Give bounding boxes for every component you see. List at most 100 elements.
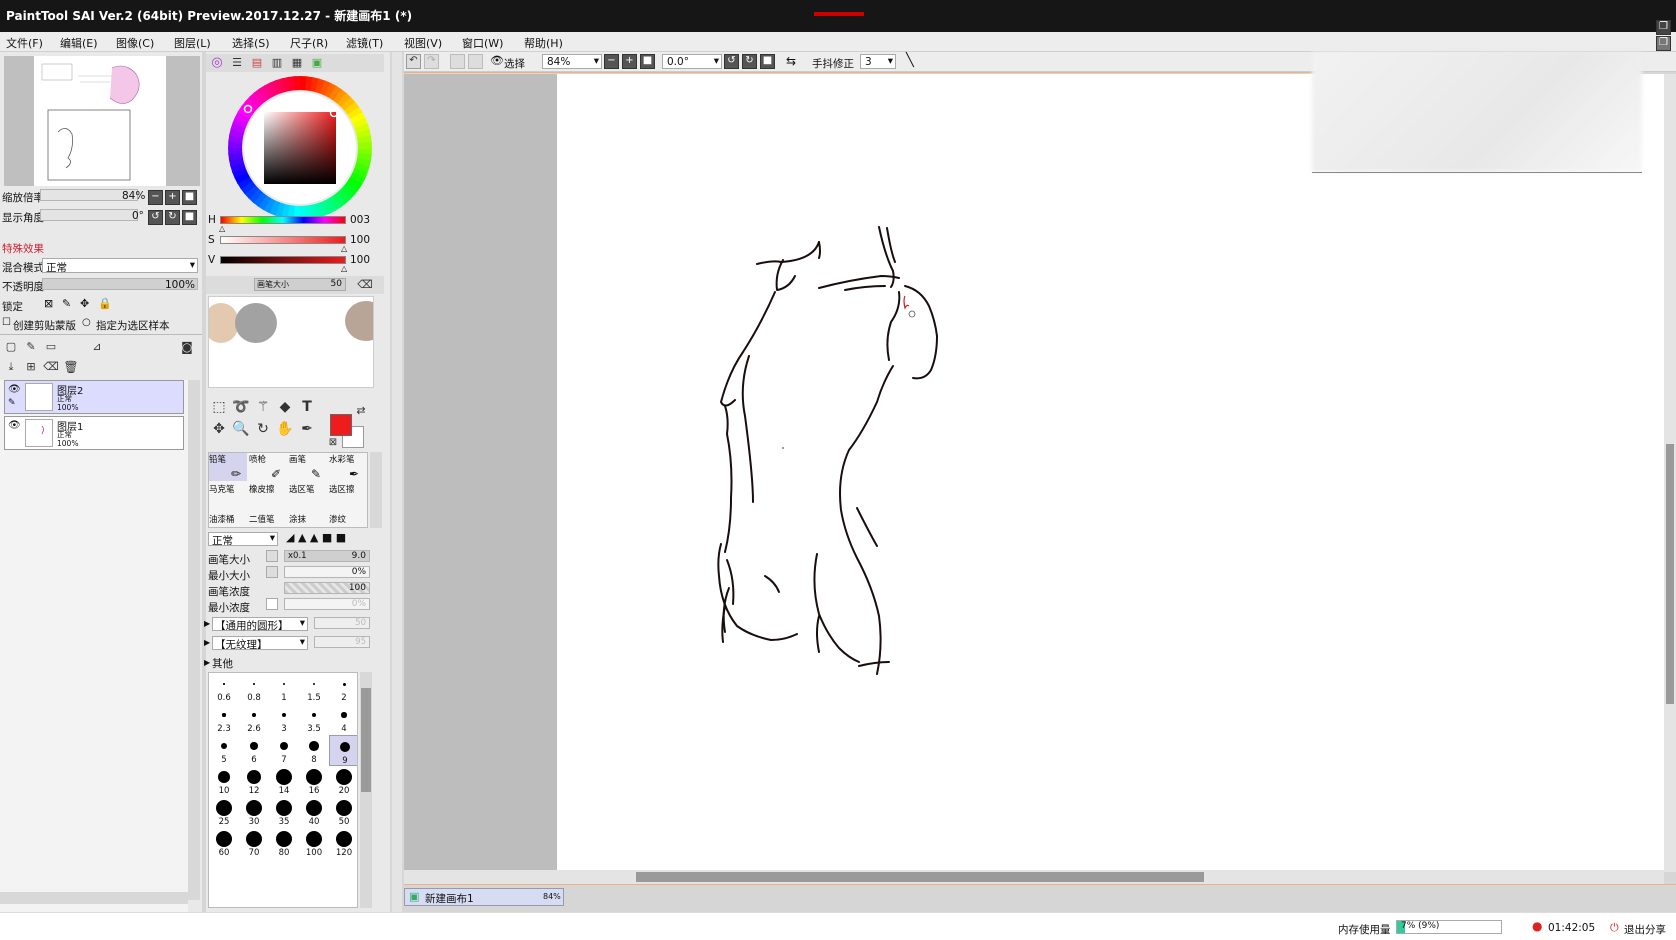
brush-select-eraser[interactable]: 选区擦 <box>329 483 367 511</box>
canvas-tab[interactable]: ▣ 新建画布1 84% <box>404 888 564 906</box>
expand-arrow-icon[interactable]: ▶ <box>204 638 210 647</box>
menu-help[interactable]: 帮助(H) <box>524 35 563 51</box>
value-slider-marker[interactable]: △ <box>341 264 347 273</box>
brush-size-cell[interactable]: 40 <box>299 797 329 828</box>
mixer-tab-icon[interactable]: ▥ <box>268 54 286 72</box>
lock-all-icon[interactable]: 🔒 <box>98 297 112 310</box>
brush-size-cell[interactable]: 80 <box>269 828 299 859</box>
blend-mode-select[interactable]: 正常 ▾ <box>42 258 198 274</box>
layer-mask-icon[interactable]: ◙ <box>178 338 196 356</box>
density-slider[interactable]: 100 <box>284 582 370 594</box>
menu-file[interactable]: 文件(F) <box>6 35 43 51</box>
stabilizer-select[interactable]: 3 ▾ <box>860 54 896 69</box>
scratchpad-tab-icon[interactable]: ▣ <box>308 54 326 72</box>
shape-tool-icon[interactable]: ◆ <box>276 398 294 416</box>
min-density-checkbox[interactable] <box>266 598 278 610</box>
toolbar-zoom-out-button[interactable]: − <box>604 54 619 69</box>
power-icon[interactable]: ⏻ <box>1610 921 1619 935</box>
deselect-button[interactable] <box>450 54 465 69</box>
effects-label[interactable]: 特殊效果 <box>2 241 44 256</box>
size-grid-scrollbar[interactable] <box>360 672 372 908</box>
menu-select[interactable]: 选择(S) <box>232 35 270 51</box>
brush-size-cell[interactable]: 100 <box>299 828 329 859</box>
sample-radio[interactable]: ○ <box>82 317 91 328</box>
brush-size-cell[interactable]: 120 <box>329 828 357 859</box>
brush-airbrush[interactable]: 喷枪 <box>249 453 287 481</box>
opacity-slider[interactable]: 100% <box>42 278 198 291</box>
angle-slider[interactable] <box>40 209 138 221</box>
brush-size-cell[interactable]: 9 <box>329 735 357 766</box>
brush-marker[interactable]: 马克笔 <box>209 483 247 511</box>
invert-selection-button[interactable] <box>468 54 483 69</box>
brush-size-cell[interactable]: 8 <box>299 735 329 766</box>
brush-blur[interactable]: 涂抹 <box>289 513 327 527</box>
window-close-button[interactable]: ❐ <box>1656 36 1671 51</box>
brush-mode-select[interactable]: 正常 ▾ <box>208 532 278 547</box>
undo-button[interactable]: ↶ <box>406 54 421 69</box>
min-density-slider[interactable]: 0% <box>284 598 370 610</box>
move-icon[interactable]: ✥ <box>210 420 228 438</box>
zoom-tool-icon[interactable]: 🔍 <box>232 420 250 438</box>
brush-size-cell[interactable]: 5 <box>209 735 239 766</box>
angle-select[interactable]: 0.0° ▾ <box>662 54 722 69</box>
menu-view[interactable]: 视图(V) <box>404 35 442 51</box>
brush-size-cell[interactable]: 4 <box>329 704 357 735</box>
brush-watercolor[interactable]: 水彩笔 <box>329 453 367 481</box>
saturation-slider-marker[interactable]: △ <box>341 244 347 253</box>
rotate-left-button[interactable]: ↺ <box>148 210 163 225</box>
layer-transform-icon[interactable]: ⊿ <box>88 338 106 356</box>
brush-shape-select[interactable]: 【通用的圆形】 ▾ <box>212 617 308 632</box>
brush-size-cell[interactable]: 70 <box>239 828 269 859</box>
brush-size-cell[interactable]: 35 <box>269 797 299 828</box>
brush-size-cell[interactable]: 7 <box>269 735 299 766</box>
brush-size-cell[interactable]: 12 <box>239 766 269 797</box>
canvas-vscroll-thumb[interactable] <box>1666 444 1674 704</box>
brush-select-pen[interactable]: 选区笔 <box>289 483 327 511</box>
rotate-right-button[interactable]: ↻ <box>165 210 180 225</box>
scratch-swatch[interactable] <box>235 303 277 343</box>
flip-horizontal-icon[interactable]: ⇆ <box>786 54 796 68</box>
hand-icon[interactable]: ✋ <box>276 420 294 438</box>
brush-size-cell[interactable]: 50 <box>329 797 357 828</box>
toolbar-rotate-left-button[interactable]: ↺ <box>724 54 739 69</box>
zoom-select[interactable]: 84% ▾ <box>542 54 602 69</box>
redo-button[interactable]: ↷ <box>424 54 439 69</box>
value-slider[interactable] <box>220 256 346 264</box>
toolbar-rotate-right-button[interactable]: ↻ <box>742 54 757 69</box>
trash-icon[interactable]: 🗑 <box>62 358 80 376</box>
navigator-preview[interactable] <box>4 56 200 186</box>
canvas-viewport[interactable] <box>404 74 1664 872</box>
layer-row[interactable]: 👁 图层1 正常 100% <box>4 416 184 450</box>
lock-move-icon[interactable]: ✥ <box>80 297 89 310</box>
brush-size-cell[interactable]: 60 <box>209 828 239 859</box>
clip-mask-checkbox[interactable]: ☐ <box>2 317 11 328</box>
brush-pencil[interactable]: 铅笔 <box>209 453 247 481</box>
exit-share-button[interactable]: 退出分享 <box>1624 922 1666 937</box>
brush-size-cell[interactable]: 6 <box>239 735 269 766</box>
new-layer-icon[interactable]: ▢ <box>2 338 20 356</box>
brush-size-cell[interactable]: 16 <box>299 766 329 797</box>
brush-shape-options[interactable]: ◢ ▲ ▲ ■ ■ <box>286 531 346 544</box>
scratch-size-slider[interactable]: 画笔大小 50 <box>254 278 346 291</box>
canvas-vscrollbar[interactable] <box>1664 74 1676 872</box>
toolbar-zoom-in-button[interactable]: + <box>622 54 637 69</box>
brush-size-cell[interactable]: 10 <box>209 766 239 797</box>
zoom-reset-button[interactable]: ■ <box>182 190 197 205</box>
min-size-slider[interactable]: 0% <box>284 566 370 578</box>
size-multiplier-dropdown[interactable] <box>266 550 278 562</box>
menu-layer[interactable]: 图层(L) <box>174 35 211 51</box>
brush-size-cell[interactable]: 25 <box>209 797 239 828</box>
size-grid-scroll-thumb[interactable] <box>361 688 371 792</box>
brush-bucket[interactable]: 油漆桶 <box>209 513 247 527</box>
brush-size-cell[interactable]: 2.3 <box>209 704 239 735</box>
canvas-hscrollbar[interactable] <box>404 870 1664 884</box>
panel-divider[interactable] <box>392 52 402 912</box>
zoom-in-button[interactable]: + <box>165 190 180 205</box>
color-wheel[interactable] <box>226 74 374 222</box>
hue-slider-marker[interactable]: △ <box>219 224 225 233</box>
color-wheel-tab-icon[interactable]: ◎ <box>208 54 226 72</box>
eye-icon[interactable]: 👁 <box>490 54 504 67</box>
saturation-slider[interactable] <box>220 236 346 244</box>
line-tool-icon[interactable]: ╲ <box>906 53 914 68</box>
hsv-slider-tab-icon[interactable]: ▤ <box>248 54 266 72</box>
